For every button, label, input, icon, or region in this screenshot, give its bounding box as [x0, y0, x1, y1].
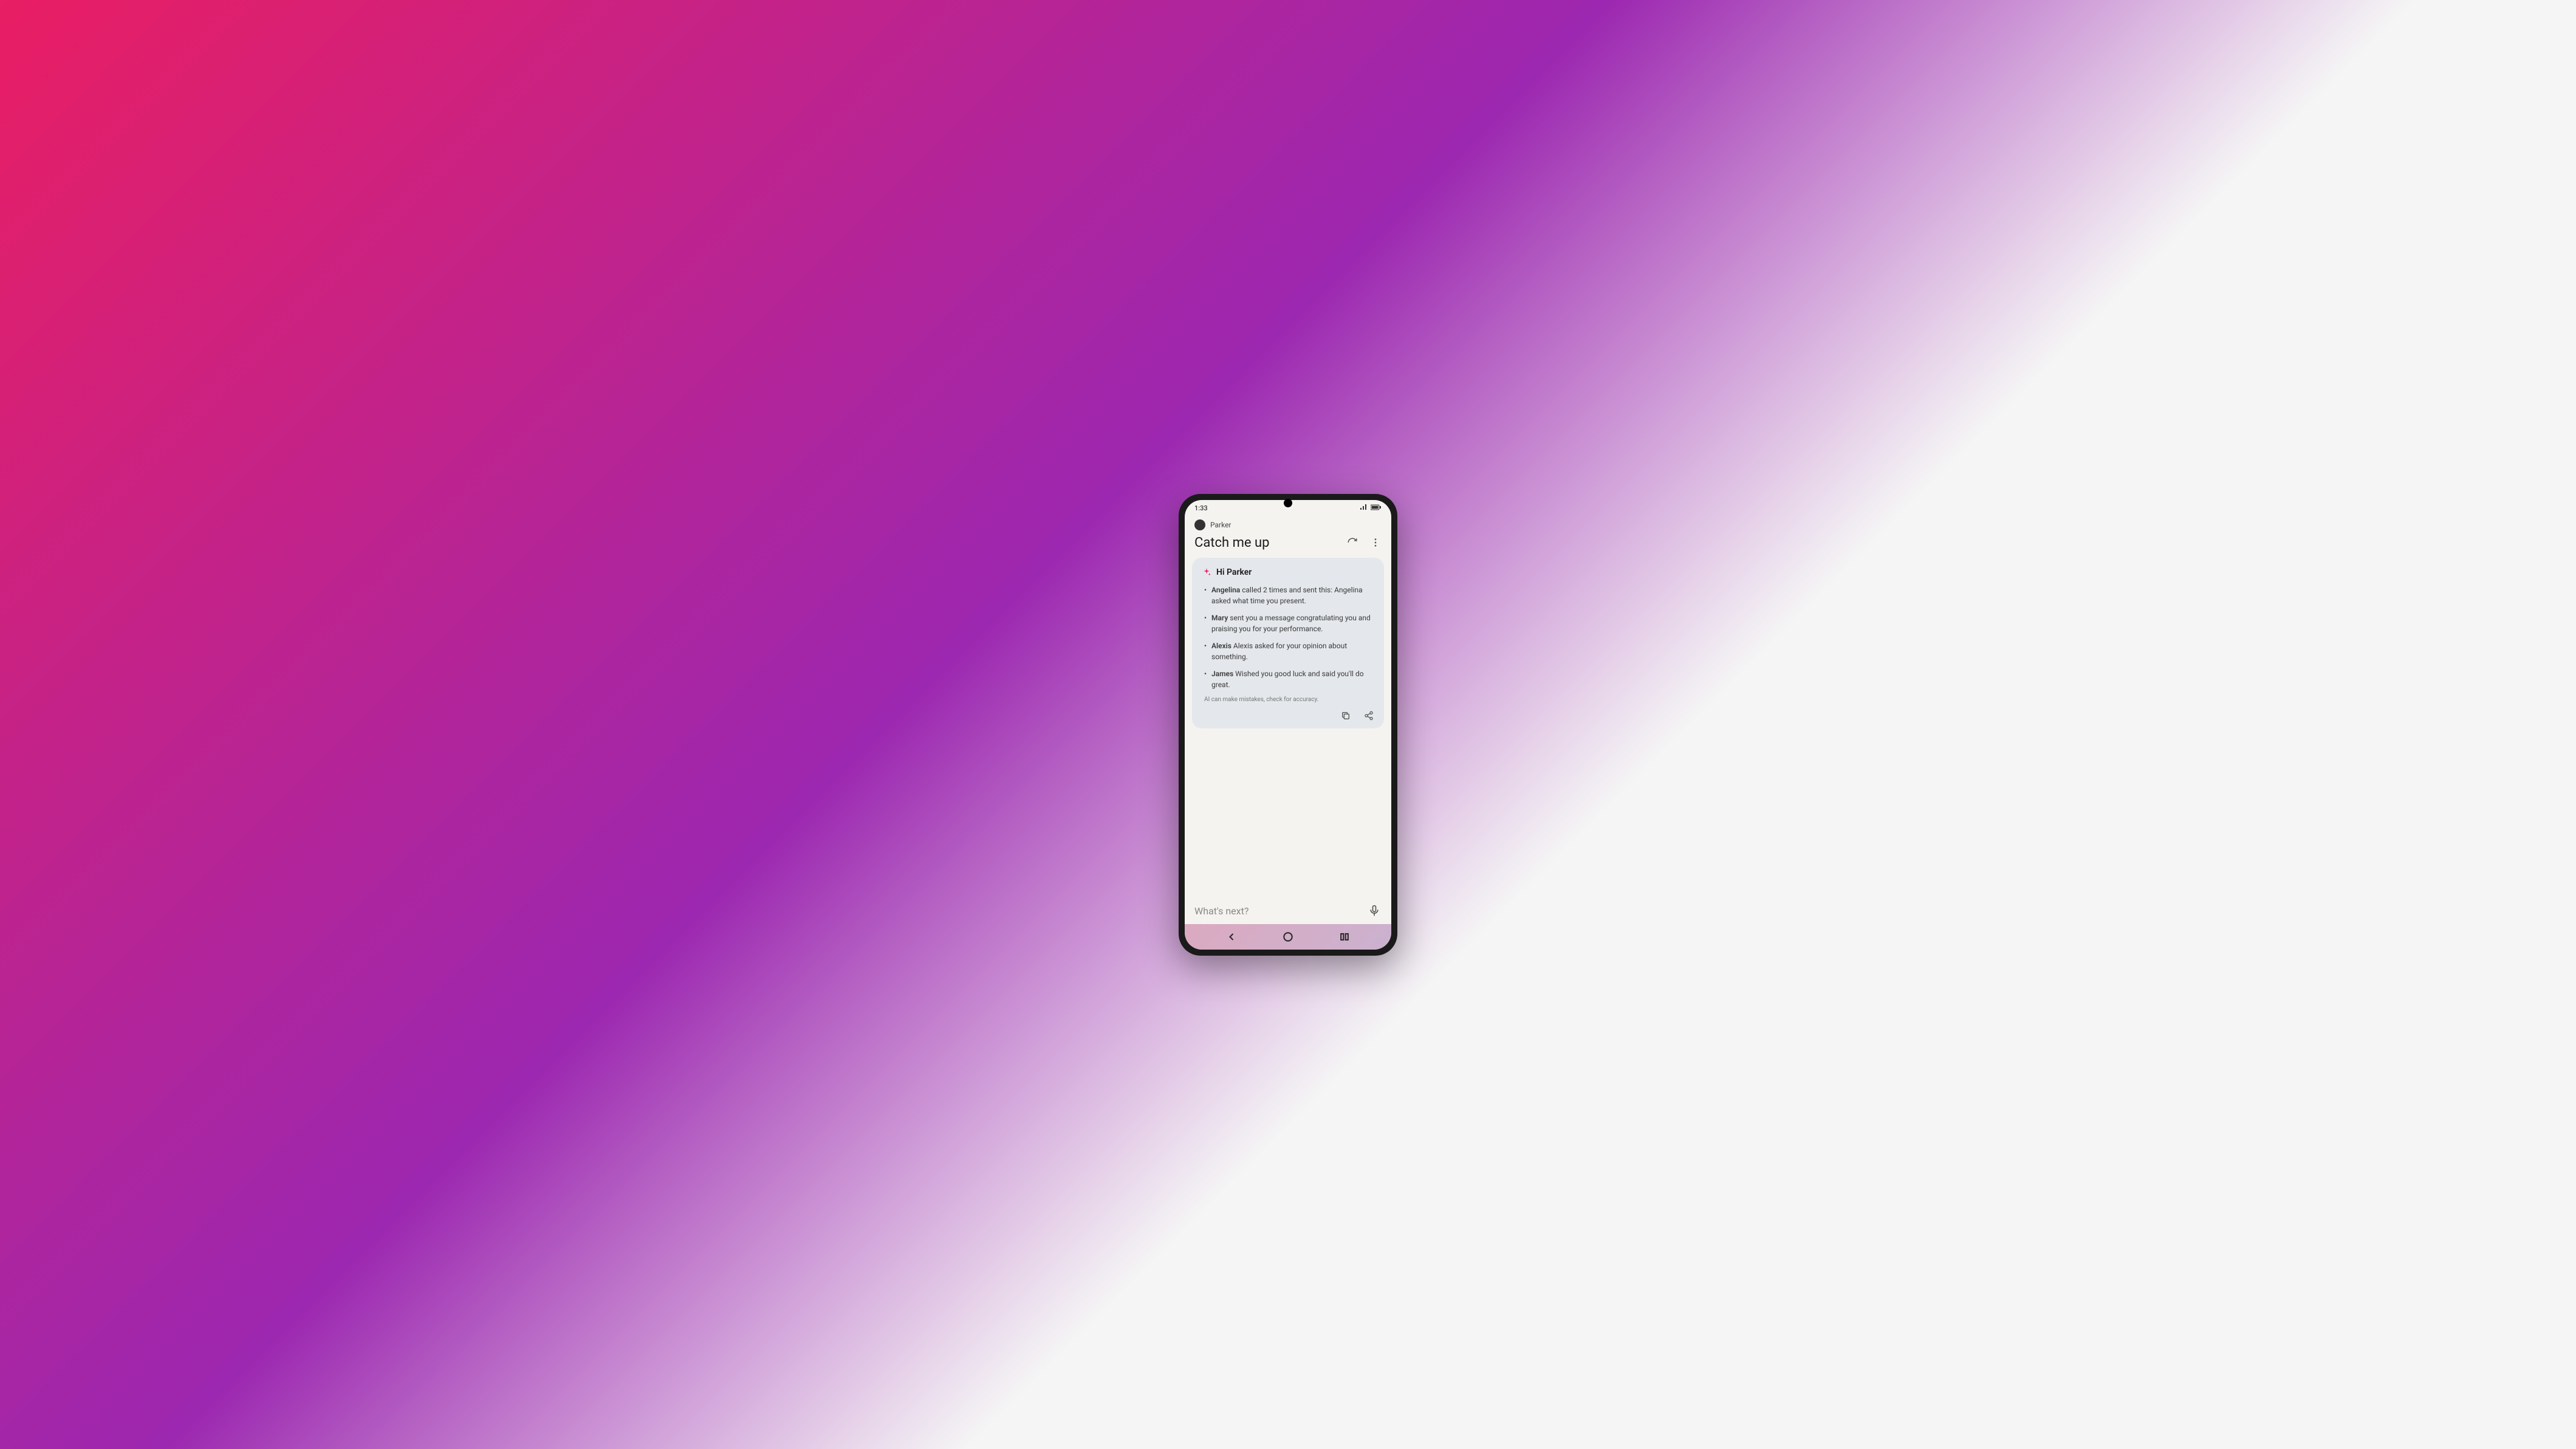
mic-icon[interactable] — [1368, 905, 1382, 918]
battery-icon — [1371, 504, 1382, 512]
nav-bar — [1185, 924, 1391, 950]
sparkle-icon — [1202, 567, 1211, 577]
contact-name: Mary — [1211, 614, 1228, 622]
refresh-icon[interactable] — [1346, 536, 1358, 549]
page-title: Catch me up — [1194, 535, 1269, 550]
greeting-text: Hi Parker — [1216, 567, 1252, 577]
disclaimer-text: AI can make mistakes, check for accuracy… — [1202, 696, 1374, 703]
share-icon[interactable] — [1363, 710, 1374, 721]
contact-name: Alexis — [1211, 642, 1231, 650]
title-row: Catch me up — [1185, 535, 1391, 558]
contact-name: Angelina — [1211, 586, 1240, 594]
card-actions — [1202, 710, 1374, 721]
status-icons — [1360, 504, 1382, 512]
app-header: Parker — [1185, 517, 1391, 535]
copy-icon[interactable] — [1340, 710, 1351, 721]
more-icon[interactable] — [1369, 536, 1382, 549]
list-item: Angelina called 2 times and sent this: A… — [1204, 584, 1374, 606]
user-name: Parker — [1210, 521, 1231, 529]
list-item: James Wished you good luck and said you'… — [1204, 668, 1374, 690]
list-item: Alexis Alexis asked for your opinion abo… — [1204, 640, 1374, 662]
contact-name: James — [1211, 670, 1233, 678]
home-button[interactable] — [1282, 931, 1294, 943]
signal-icon — [1360, 504, 1368, 512]
camera-notch — [1284, 499, 1292, 507]
recents-button[interactable] — [1338, 931, 1351, 943]
status-time: 1:33 — [1194, 504, 1208, 512]
item-text: sent you a message congratulating you an… — [1211, 614, 1371, 633]
title-actions — [1346, 536, 1382, 549]
content-area: Hi Parker Angelina called 2 times and se… — [1185, 558, 1391, 899]
input-bar[interactable]: What's next? — [1185, 899, 1391, 924]
summary-list: Angelina called 2 times and sent this: A… — [1202, 584, 1374, 690]
input-placeholder: What's next? — [1194, 905, 1249, 917]
summary-card: Hi Parker Angelina called 2 times and se… — [1192, 558, 1384, 728]
phone-frame: 1:33 Parker Catch me up — [1179, 494, 1397, 956]
list-item: Mary sent you a message congratulating y… — [1204, 612, 1374, 634]
screen: 1:33 Parker Catch me up — [1185, 500, 1391, 950]
greeting-row: Hi Parker — [1202, 567, 1374, 577]
avatar[interactable] — [1194, 519, 1205, 530]
item-text: Alexis asked for your opinion about some… — [1211, 642, 1347, 661]
back-button[interactable] — [1225, 931, 1238, 943]
item-text: Wished you good luck and said you'll do … — [1211, 670, 1364, 689]
